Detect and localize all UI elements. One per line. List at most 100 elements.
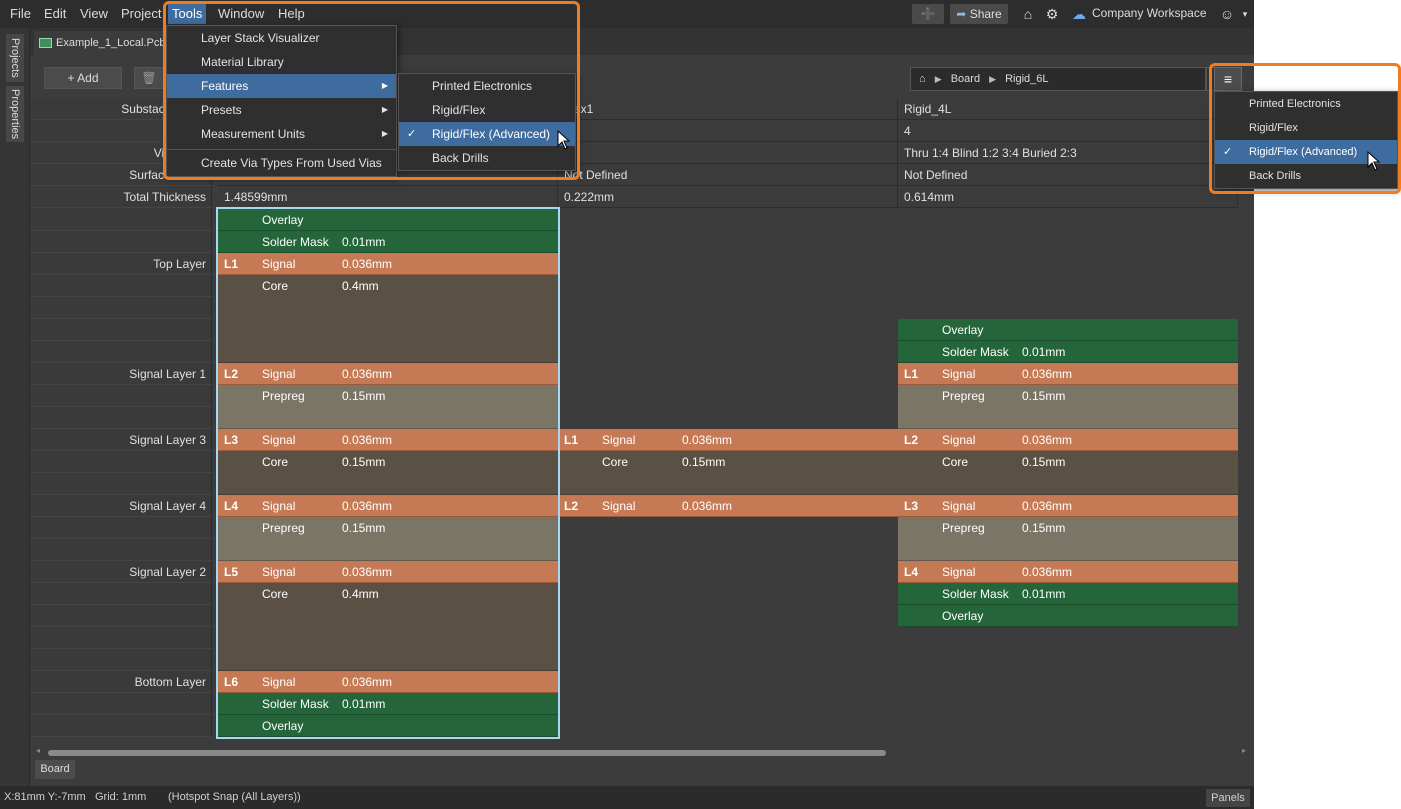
- layer-row-label: Signal Layer 3: [30, 429, 212, 451]
- trash-icon: 🗑: [141, 71, 157, 85]
- features-menu-button[interactable]: ≡: [1214, 67, 1242, 91]
- workspace-label[interactable]: Company Workspace: [1092, 6, 1207, 20]
- rigid6l-layer-overlay[interactable]: Overlay: [218, 209, 558, 231]
- rigid4l-layer-mask[interactable]: Solder Mask 0.01mm: [898, 341, 1238, 363]
- share-button[interactable]: ➦ Share: [950, 4, 1008, 24]
- submenu-item-rigid-flex-advanced[interactable]: ✓ Rigid/Flex (Advanced): [399, 122, 575, 146]
- board-tab[interactable]: Board: [35, 760, 75, 779]
- menubar: File Edit View Project Tools Window Help…: [0, 0, 1254, 28]
- menu-file[interactable]: File: [6, 4, 35, 24]
- rigid6l-layer-signal[interactable]: L4 Signal 0.036mm: [218, 495, 558, 517]
- scroll-right-icon[interactable]: ▸: [1242, 746, 1246, 755]
- rigid6l-layer-mask[interactable]: Solder Mask 0.01mm: [218, 693, 558, 715]
- layer-name: Overlay: [942, 323, 984, 337]
- user-avatar-icon[interactable]: ☺: [1218, 5, 1236, 23]
- rigid6l-layer-prepreg[interactable]: Prepreg 0.15mm: [218, 385, 558, 429]
- rigid6l-layer-core[interactable]: Core 0.4mm: [218, 583, 558, 671]
- property-cell[interactable]: Not Defined: [898, 164, 1238, 186]
- breadcrumb[interactable]: ⌂ ▶ Board ▶ Rigid_6L: [910, 67, 1206, 91]
- property-cell[interactable]: 4: [898, 120, 1238, 142]
- menu-item-material-library[interactable]: Material Library: [167, 50, 396, 74]
- menu-edit[interactable]: Edit: [40, 4, 70, 24]
- property-cell[interactable]: Thru 1:4 Blind 1:2 3:4 Buried 2:3: [898, 142, 1238, 164]
- property-cell[interactable]: 0.614mm: [898, 186, 1238, 208]
- menu-project[interactable]: Project: [117, 4, 165, 24]
- flex1-layer-core[interactable]: Core 0.15mm: [558, 451, 898, 495]
- rigid6l-layer-signal[interactable]: L1 Signal 0.036mm: [218, 253, 558, 275]
- plus-icon: +: [67, 71, 75, 85]
- property-cell[interactable]: 2: [558, 120, 898, 142]
- layer-row-label: Signal Layer 4: [30, 495, 212, 517]
- property-cell[interactable]: 0.222mm: [558, 186, 898, 208]
- document-tab[interactable]: Example_1_Local.PcbDoc: [34, 31, 185, 55]
- rigid6l-layer-signal[interactable]: L5 Signal 0.036mm: [218, 561, 558, 583]
- layer-row-label: [30, 605, 212, 627]
- property-cell[interactable]: Flex1: [558, 98, 898, 120]
- rigid4l-layer-overlay[interactable]: Overlay: [898, 605, 1238, 627]
- scroll-left-icon[interactable]: ◂: [36, 746, 40, 755]
- hamburger-item-printed-electronics[interactable]: Printed Electronics: [1215, 92, 1397, 116]
- rigid6l-layer-signal[interactable]: L6 Signal 0.036mm: [218, 671, 558, 693]
- feedback-button[interactable]: ➕: [912, 4, 944, 24]
- properties-panel-tab[interactable]: Properties: [6, 86, 24, 142]
- rigid6l-layer-core[interactable]: Core 0.15mm: [218, 451, 558, 495]
- layer-name: Signal: [602, 433, 636, 447]
- menu-help[interactable]: Help: [274, 4, 309, 24]
- menu-item-create-via-types[interactable]: Create Via Types From Used Vias: [167, 151, 396, 175]
- menu-item-measurement-units[interactable]: Measurement Units ▶: [167, 122, 396, 146]
- layer-thick: 0.01mm: [342, 235, 386, 249]
- rigid4l-layer-signal[interactable]: L4 Signal 0.036mm: [898, 561, 1238, 583]
- home-icon[interactable]: ⌂: [1019, 5, 1037, 23]
- rigid4l-layer-core[interactable]: Core 0.15mm: [898, 451, 1238, 495]
- home-icon[interactable]: ⌂: [919, 73, 926, 85]
- rigid6l-layer-mask[interactable]: Solder Mask 0.01mm: [218, 231, 558, 253]
- menu-item-presets[interactable]: Presets ▶: [167, 98, 396, 122]
- rigid6l-layer-signal[interactable]: L2 Signal 0.036mm: [218, 363, 558, 385]
- submenu-item-printed-electronics[interactable]: Printed Electronics: [399, 74, 575, 98]
- rigid4l-layer-prepreg[interactable]: Prepreg 0.15mm: [898, 517, 1238, 561]
- gear-icon[interactable]: ⚙: [1043, 5, 1061, 23]
- rigid4l-layer-prepreg[interactable]: Prepreg 0.15mm: [898, 385, 1238, 429]
- property-cell[interactable]: Not Defined: [558, 164, 898, 186]
- breadcrumb-substack[interactable]: Rigid_6L: [1005, 73, 1048, 85]
- rigid6l-layer-signal[interactable]: L3 Signal 0.036mm: [218, 429, 558, 451]
- delete-button[interactable]: 🗑: [134, 67, 164, 89]
- add-label: Add: [77, 71, 99, 85]
- layer-row-label: [30, 517, 212, 539]
- add-button[interactable]: + Add: [44, 67, 122, 89]
- layer-thick: 0.036mm: [682, 433, 733, 447]
- menu-item-features[interactable]: Features ▶: [167, 74, 396, 98]
- rigid4l-layer-signal[interactable]: L2 Signal 0.036mm: [898, 429, 1238, 451]
- layer-num: L4: [904, 565, 919, 579]
- rigid4l-layer-overlay[interactable]: Overlay: [898, 319, 1238, 341]
- chevron-down-icon[interactable]: ▾: [1236, 5, 1254, 23]
- layer-name: Core: [602, 455, 629, 469]
- hamburger-icon: ≡: [1223, 71, 1233, 87]
- rigid6l-layer-prepreg[interactable]: Prepreg 0.15mm: [218, 517, 558, 561]
- rigid4l-layer-signal[interactable]: L1 Signal 0.036mm: [898, 363, 1238, 385]
- share-icon: ➦: [956, 7, 967, 21]
- submenu-item-back-drills[interactable]: Back Drills: [399, 146, 575, 170]
- breadcrumb-board[interactable]: Board: [951, 73, 980, 85]
- rigid4l-layer-signal[interactable]: L3 Signal 0.036mm: [898, 495, 1238, 517]
- layer-thick: 0.15mm: [1022, 389, 1066, 403]
- flex1-layer-signal[interactable]: L1 Signal 0.036mm: [558, 429, 898, 451]
- panels-button[interactable]: Panels: [1206, 789, 1250, 807]
- hamburger-item-rigid-flex[interactable]: Rigid/Flex: [1215, 116, 1397, 140]
- projects-panel-tab[interactable]: Projects: [6, 34, 24, 82]
- property-cell[interactable]: [558, 142, 898, 164]
- rigid6l-layer-overlay[interactable]: Overlay: [218, 715, 558, 737]
- flex1-layer-signal[interactable]: L2 Signal 0.036mm: [558, 495, 898, 517]
- submenu-item-rigid-flex[interactable]: Rigid/Flex: [399, 98, 575, 122]
- menu-window[interactable]: Window: [214, 4, 268, 24]
- horizontal-scroll-thumb[interactable]: [48, 750, 886, 756]
- menu-view[interactable]: View: [76, 4, 112, 24]
- menu-tools[interactable]: Tools: [168, 4, 207, 24]
- layer-row-label: [30, 649, 212, 671]
- rigid4l-layer-mask[interactable]: Solder Mask 0.01mm: [898, 583, 1238, 605]
- property-cell[interactable]: Rigid_4L: [898, 98, 1238, 120]
- rigid6l-layer-core[interactable]: Core 0.4mm: [218, 275, 558, 363]
- menu-item-layer-stack-visualizer[interactable]: Layer Stack Visualizer: [167, 26, 396, 50]
- layer-name: Signal: [262, 367, 296, 381]
- property-cell[interactable]: 1.48599mm: [218, 186, 558, 208]
